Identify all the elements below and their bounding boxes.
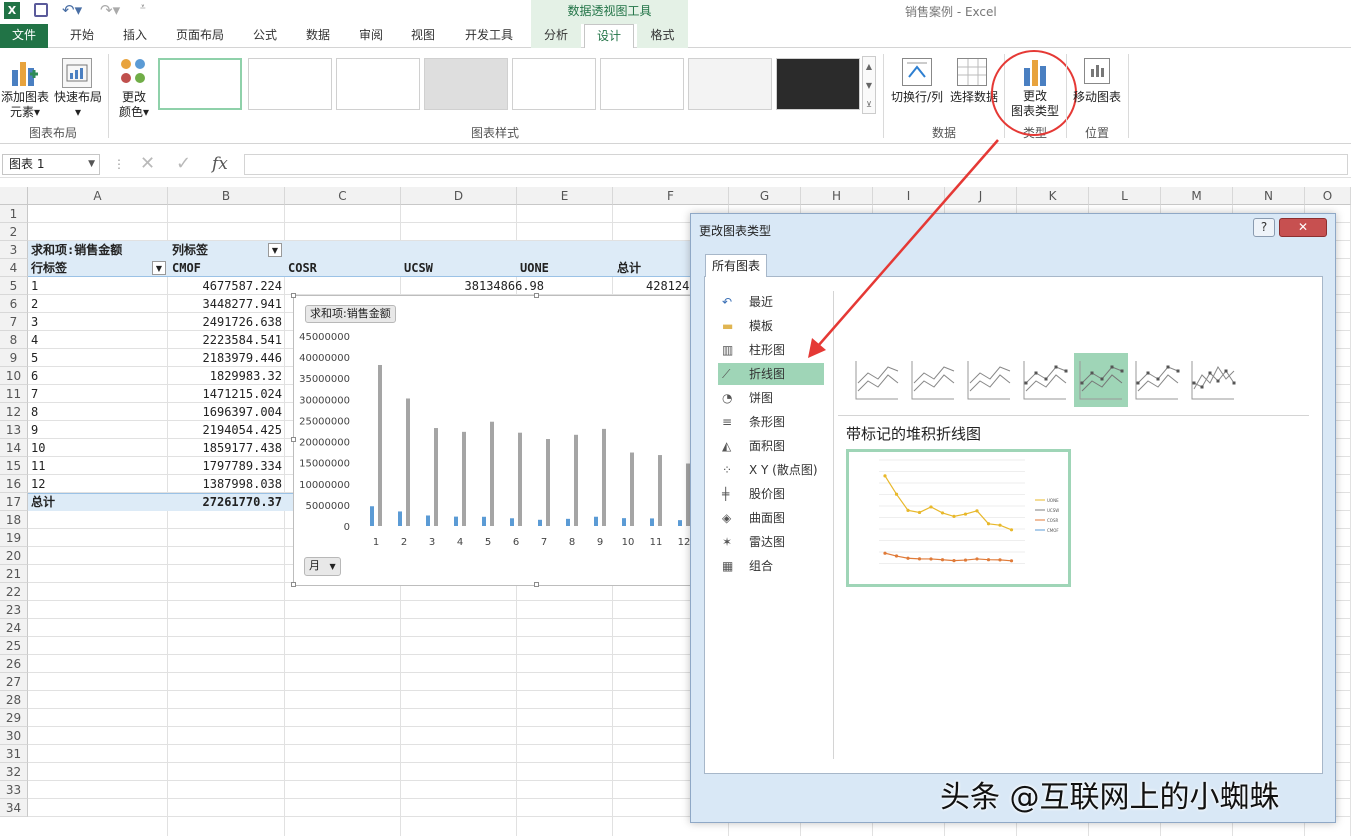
- watermark: 头条 @互联网上的小蜘蛛: [940, 780, 1280, 815]
- annotation-arrow: [808, 139, 999, 358]
- tab-all-charts[interactable]: 所有图表: [705, 254, 767, 277]
- excel-window: X ↶▾ ↷▾ ⩡ 数据透视图工具 销售案例 - Excel 文件 开始 插入 …: [0, 0, 1351, 836]
